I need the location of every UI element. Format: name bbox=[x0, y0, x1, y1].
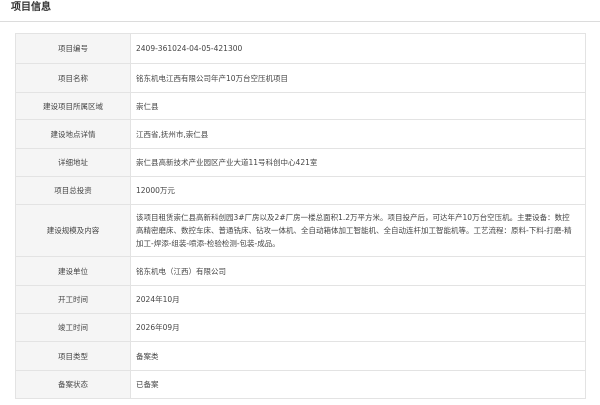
row-label: 建设项目所属区域 bbox=[15, 92, 131, 120]
table-row-location-detail: 建设地点详情 江西省,抚州市,崇仁县 bbox=[15, 119, 586, 149]
row-value: 该项目租赁崇仁县高新科创园3#厂房以及2#厂房一楼总面积1.2万平方米。项目投产… bbox=[130, 204, 586, 257]
project-info-table: 项目编号 2409-361024-04-05-421300 项目名称 铭东机电江… bbox=[15, 33, 586, 399]
row-label: 竣工时间 bbox=[15, 313, 131, 342]
table-row-project-name: 项目名称 铭东机电江西有限公司年产10万台空压机项目 bbox=[15, 63, 586, 93]
row-label: 备案状态 bbox=[15, 370, 131, 399]
row-label: 项目总投资 bbox=[15, 176, 131, 205]
row-label: 建设单位 bbox=[15, 256, 131, 286]
row-value: 铭东机电江西有限公司年产10万台空压机项目 bbox=[130, 63, 586, 93]
table-row-completion-date: 竣工时间 2026年09月 bbox=[15, 313, 586, 342]
section-title: 项目信息 bbox=[11, 2, 51, 13]
section-divider bbox=[0, 21, 600, 22]
table-row-project-type: 项目类型 备案类 bbox=[15, 341, 586, 371]
row-value: 12000万元 bbox=[130, 176, 586, 205]
row-value: 备案类 bbox=[130, 341, 586, 371]
row-value: 崇仁县高新技术产业园区产业大道11号科创中心421室 bbox=[130, 148, 586, 177]
row-label: 建设地点详情 bbox=[15, 119, 131, 149]
table-row-total-investment: 项目总投资 12000万元 bbox=[15, 176, 586, 205]
table-row-filing-status: 备案状态 已备案 bbox=[15, 370, 586, 399]
row-label: 建设规模及内容 bbox=[15, 204, 131, 257]
table-row-project-code: 项目编号 2409-361024-04-05-421300 bbox=[15, 33, 586, 64]
row-value: 2026年09月 bbox=[130, 313, 586, 342]
row-value: 江西省,抚州市,崇仁县 bbox=[130, 119, 586, 149]
table-row-start-date: 开工时间 2024年10月 bbox=[15, 285, 586, 314]
row-label: 详细地址 bbox=[15, 148, 131, 177]
row-label: 项目编号 bbox=[15, 33, 131, 64]
table-row-region: 建设项目所属区域 崇仁县 bbox=[15, 92, 586, 120]
row-value: 铭东机电（江西）有限公司 bbox=[130, 256, 586, 286]
table-row-construction-unit: 建设单位 铭东机电（江西）有限公司 bbox=[15, 256, 586, 286]
row-value: 2024年10月 bbox=[130, 285, 586, 314]
row-label: 项目类型 bbox=[15, 341, 131, 371]
table-row-scale-content: 建设规模及内容 该项目租赁崇仁县高新科创园3#厂房以及2#厂房一楼总面积1.2万… bbox=[15, 204, 586, 257]
row-value: 2409-361024-04-05-421300 bbox=[130, 33, 586, 64]
row-value: 已备案 bbox=[130, 370, 586, 399]
row-value: 崇仁县 bbox=[130, 92, 586, 120]
row-label: 开工时间 bbox=[15, 285, 131, 314]
table-row-address: 详细地址 崇仁县高新技术产业园区产业大道11号科创中心421室 bbox=[15, 148, 586, 177]
row-label: 项目名称 bbox=[15, 63, 131, 93]
